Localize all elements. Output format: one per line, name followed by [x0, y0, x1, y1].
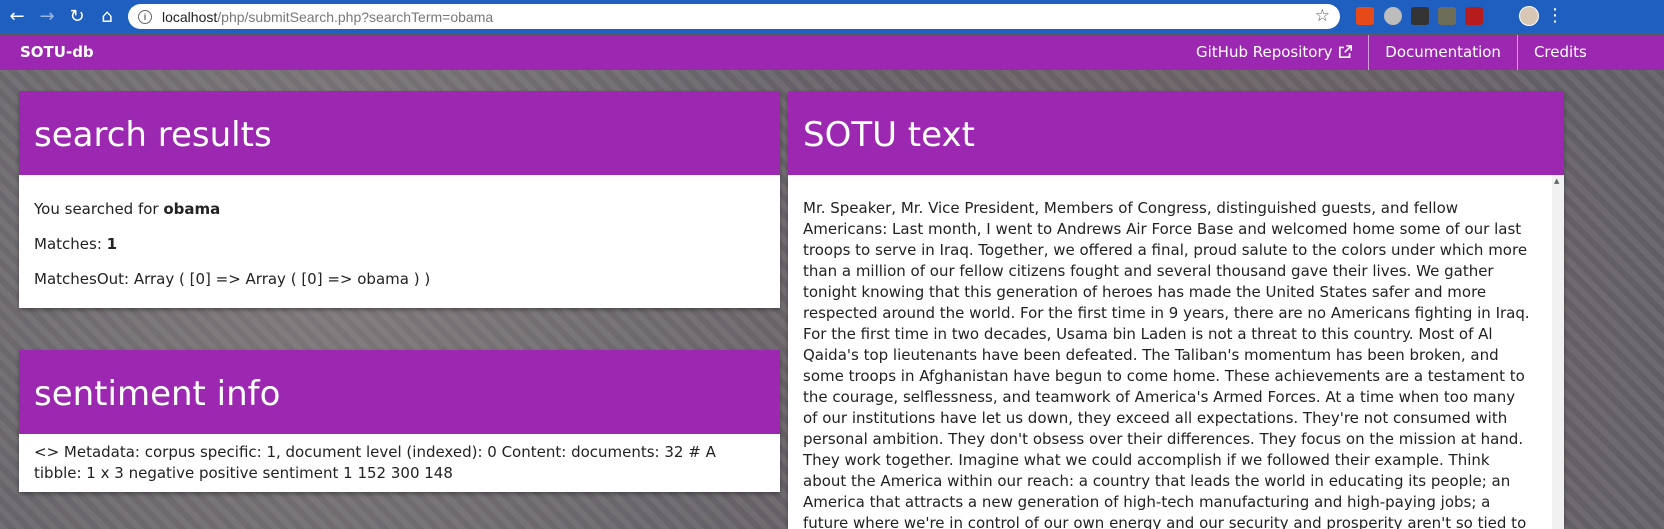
sentiment-info-card: sentiment info <> Metadata: corpus speci… [19, 350, 780, 492]
search-results-card: search results You searched for obama Ma… [19, 91, 780, 308]
url-path: /php/submitSearch.php?searchTerm=obama [217, 8, 494, 25]
browser-toolbar: ← → ↻ ⌂ i localhost/php/submitSearch.php… [0, 0, 1664, 33]
browser-menu-icon[interactable]: ⋮ [1546, 6, 1564, 26]
office-extension-icon[interactable] [1356, 7, 1374, 25]
search-term: obama [163, 200, 221, 218]
terminal-extension-icon[interactable] [1411, 7, 1429, 25]
brand-link[interactable]: SOTU-db [20, 35, 94, 70]
back-icon[interactable]: ← [2, 0, 32, 33]
url-host: localhost [162, 8, 218, 25]
drive-extension-icon[interactable] [1384, 7, 1402, 25]
nav-links: GitHub Repository Documentation Credits [1180, 35, 1603, 70]
address-bar[interactable]: i localhost/php/submitSearch.php?searchT… [128, 4, 1340, 29]
nav-github-link[interactable]: GitHub Repository [1180, 35, 1368, 70]
sotu-text-card: SOTU text Mr. Speaker, Mr. Vice Presiden… [788, 91, 1564, 529]
sentiment-info-title: sentiment info [19, 350, 780, 434]
matches-text: Matches: 1 [34, 234, 765, 255]
sotu-text-title: SOTU text [788, 91, 1564, 175]
info-icon[interactable]: i [138, 9, 152, 24]
nav-documentation-link[interactable]: Documentation [1368, 35, 1517, 70]
external-link-icon [1339, 45, 1353, 58]
matches-count: 1 [106, 235, 118, 253]
home-icon[interactable]: ⌂ [92, 0, 122, 33]
searched-prefix: You searched for [34, 200, 164, 218]
searched-for-text: You searched for obama [34, 199, 765, 220]
search-results-title: search results [19, 91, 780, 175]
sentiment-info-text: <> Metadata: corpus specific: 1, documen… [34, 443, 716, 482]
matches-label: Matches: [34, 235, 107, 253]
matches-out-text: MatchesOut: Array ( [0] => Array ( [0] =… [34, 270, 431, 288]
reload-icon[interactable]: ↻ [62, 0, 92, 33]
ublock-extension-icon[interactable] [1465, 7, 1483, 25]
scroll-up-icon[interactable]: ▲ [1554, 177, 1559, 185]
forward-icon[interactable]: → [32, 0, 62, 33]
nav-github-label: GitHub Repository [1196, 43, 1333, 61]
bookmark-star-icon[interactable]: ☆ [1315, 6, 1330, 26]
nav-credits-link[interactable]: Credits [1516, 35, 1603, 70]
profile-avatar[interactable] [1519, 6, 1539, 26]
sotu-scrollbar[interactable]: ▲ [1552, 175, 1564, 529]
sotu-text-body: Mr. Speaker, Mr. Vice President, Members… [803, 199, 1530, 529]
app-navbar: SOTU-db GitHub Repository Documentation … [0, 35, 1664, 70]
shield-extension-icon[interactable] [1438, 7, 1456, 25]
